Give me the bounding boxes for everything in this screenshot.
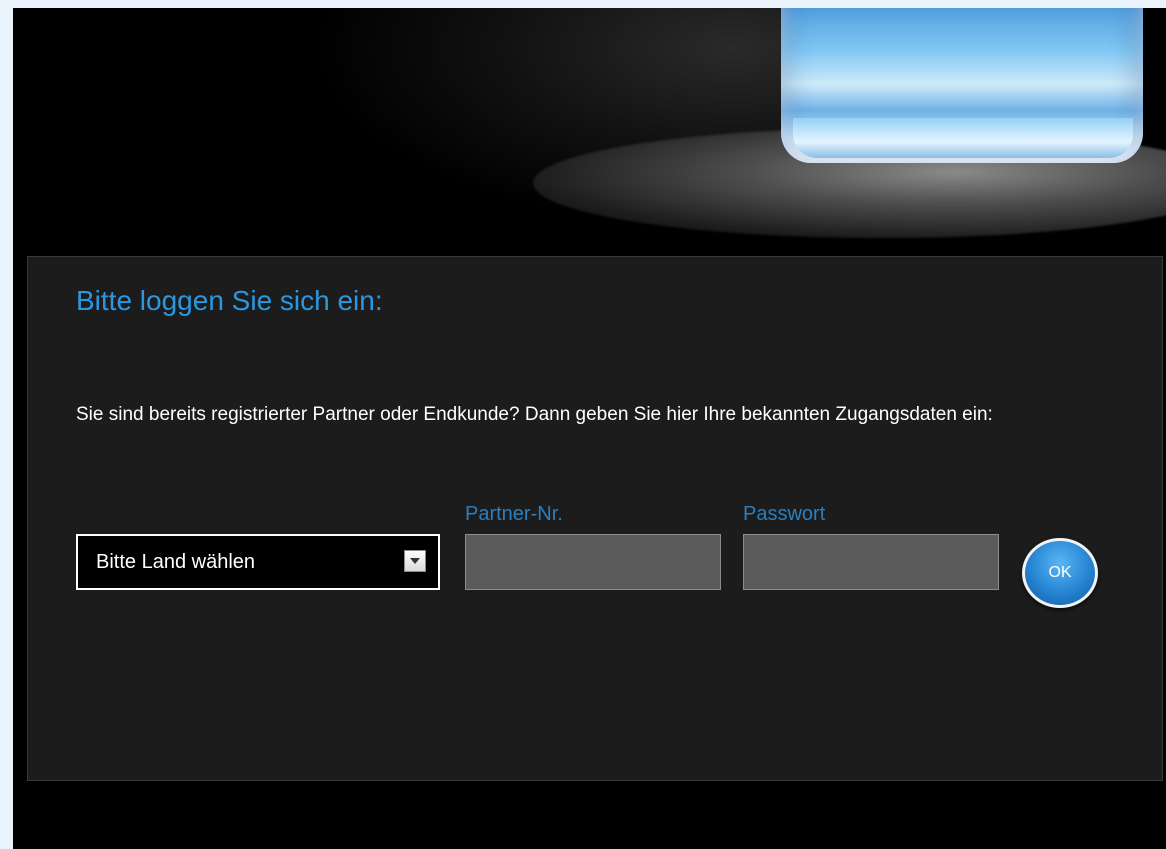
- hero-glass-base: [793, 118, 1133, 158]
- password-input[interactable]: [743, 534, 999, 590]
- partner-number-label: Partner-Nr.: [465, 503, 563, 525]
- country-select-value: Bitte Land wählen: [96, 551, 256, 573]
- page: Bitte loggen Sie sich ein: Sie sind bere…: [13, 8, 1166, 849]
- password-label: Passwort: [743, 503, 826, 525]
- partner-number-input[interactable]: [465, 534, 721, 590]
- login-intro-text: Sie sind bereits registrierter Partner o…: [76, 404, 993, 425]
- ok-button[interactable]: OK: [1022, 538, 1098, 608]
- hero-banner: [13, 8, 1166, 255]
- login-title: Bitte loggen Sie sich ein:: [76, 285, 383, 316]
- country-select[interactable]: Bitte Land wählen: [76, 534, 440, 590]
- chevron-down-icon[interactable]: [404, 550, 426, 572]
- ok-button-label: OK: [1048, 564, 1072, 581]
- login-panel: Bitte loggen Sie sich ein: Sie sind bere…: [27, 256, 1163, 781]
